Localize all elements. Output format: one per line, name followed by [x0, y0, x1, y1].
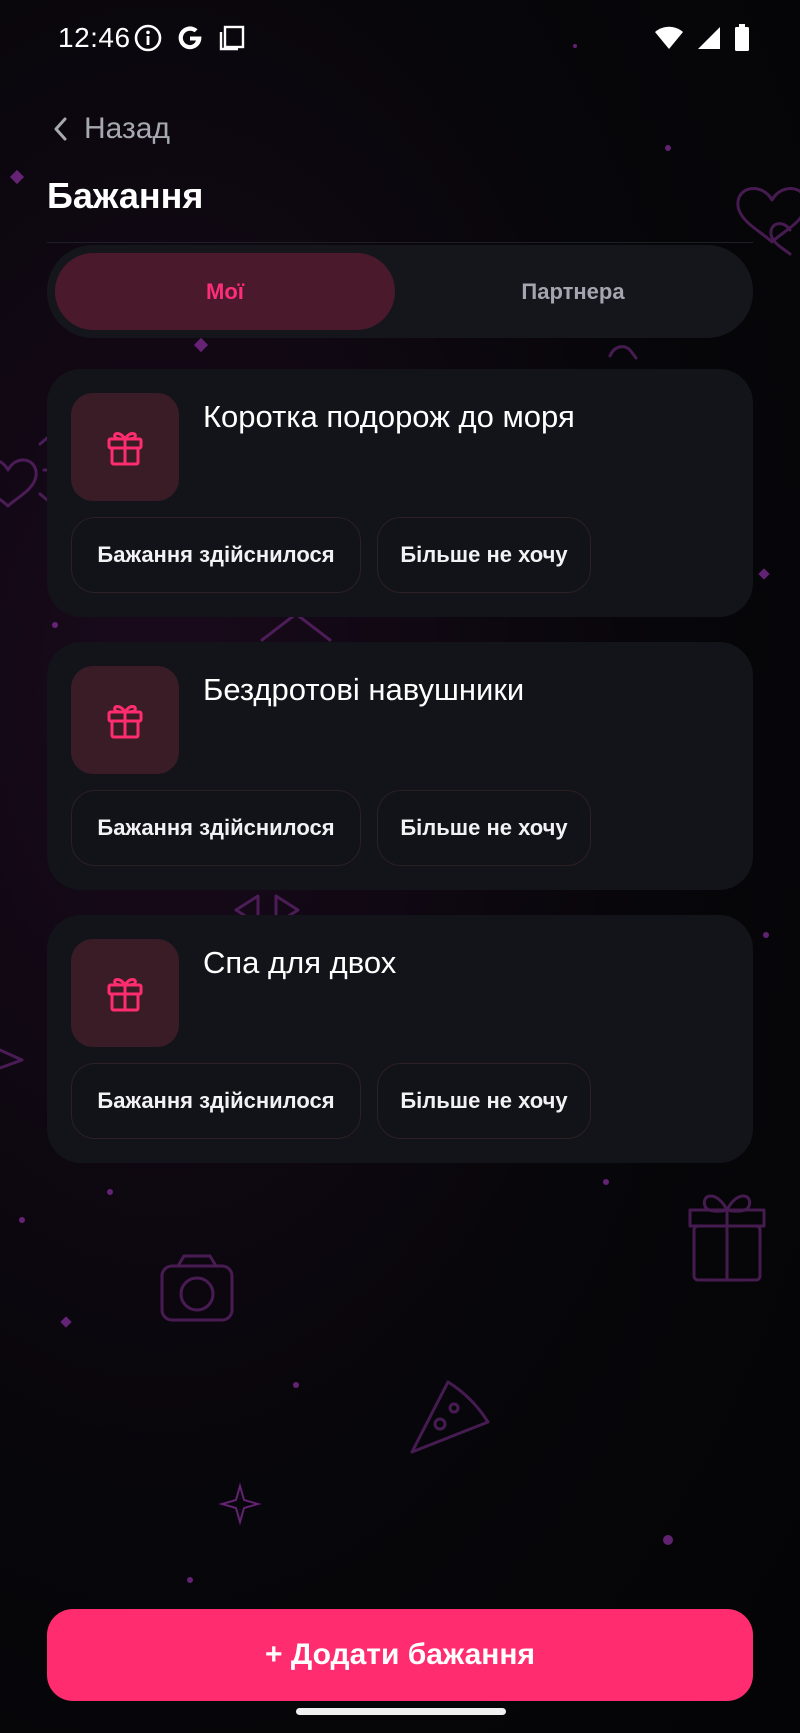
wish-fulfilled-button[interactable]: Бажання здійснилося	[71, 790, 361, 866]
clipboard-icon	[219, 25, 245, 51]
no-longer-want-button[interactable]: Більше не хочу	[377, 1063, 591, 1139]
gift-icon	[107, 978, 143, 1012]
gift-icon	[107, 705, 143, 739]
info-icon	[134, 24, 162, 52]
wishes-tabs: Мої Партнера	[47, 245, 753, 338]
wish-title: Спа для двох	[203, 945, 397, 980]
signal-icon	[698, 27, 720, 49]
gift-icon-tile	[71, 666, 179, 774]
status-icons-left	[134, 24, 246, 52]
app-screen: 12:46 Назад Бажання Мої Партнера Коротка…	[0, 0, 800, 1733]
header-divider	[47, 242, 753, 243]
battery-icon	[735, 24, 749, 51]
wish-card: Коротка подорож до моря Бажання здійснил…	[47, 369, 753, 617]
gift-icon-tile	[71, 393, 179, 501]
back-button[interactable]: Назад	[52, 112, 170, 146]
back-label: Назад	[84, 112, 170, 145]
status-bar: 12:46	[0, 0, 800, 80]
no-longer-want-button[interactable]: Більше не хочу	[377, 517, 591, 593]
tab-partner[interactable]: Партнера	[401, 253, 745, 330]
wish-fulfilled-button[interactable]: Бажання здійснилося	[71, 1063, 361, 1139]
wish-title: Коротка подорож до моря	[203, 399, 575, 434]
wifi-icon	[655, 26, 683, 49]
gift-icon-tile	[71, 939, 179, 1047]
no-longer-want-button[interactable]: Більше не хочу	[377, 790, 591, 866]
google-icon	[178, 26, 202, 50]
wish-card: Бездротові навушники Бажання здійснилося…	[47, 642, 753, 890]
wish-card: Спа для двох Бажання здійснилося Більше …	[47, 915, 753, 1163]
gift-icon	[107, 432, 143, 466]
status-time: 12:46	[58, 22, 131, 53]
home-indicator[interactable]	[296, 1708, 506, 1715]
page-title: Бажання	[47, 175, 204, 216]
tab-mine[interactable]: Мої	[55, 253, 395, 330]
chevron-left-icon	[54, 117, 67, 141]
status-icons-right	[654, 24, 750, 52]
wish-fulfilled-button[interactable]: Бажання здійснилося	[71, 517, 361, 593]
add-wish-button[interactable]: + Додати бажання	[47, 1609, 753, 1701]
wish-title: Бездротові навушники	[203, 672, 525, 707]
